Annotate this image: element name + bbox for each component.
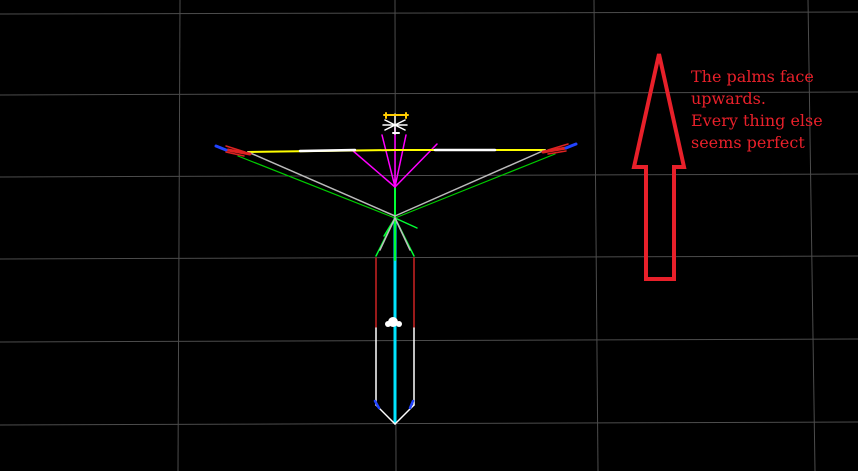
left-arm[interactable] — [214, 144, 396, 219]
grid-line — [177, 0, 181, 471]
grid-line — [0, 173, 858, 178]
neck-bones[interactable] — [351, 127, 438, 188]
grid-line — [0, 255, 858, 260]
annotation-note: The palms face upwards. Every thing else… — [691, 66, 851, 154]
head-bone[interactable] — [382, 112, 409, 135]
3d-viewport[interactable]: The palms face upwards. Every thing else… — [0, 0, 858, 471]
up-arrow-icon — [631, 53, 687, 281]
annotation-line: Every thing else — [691, 111, 823, 130]
grid-line — [0, 421, 858, 426]
grid-line — [593, 0, 599, 471]
grid-line — [0, 11, 858, 15]
right-arm[interactable] — [394, 142, 578, 219]
character-skeleton[interactable] — [214, 112, 578, 425]
grid-line — [0, 338, 858, 343]
annotation-line: seems perfect — [691, 133, 805, 152]
annotation-line: upwards. — [691, 89, 766, 108]
annotation-line: The palms face — [691, 67, 814, 86]
